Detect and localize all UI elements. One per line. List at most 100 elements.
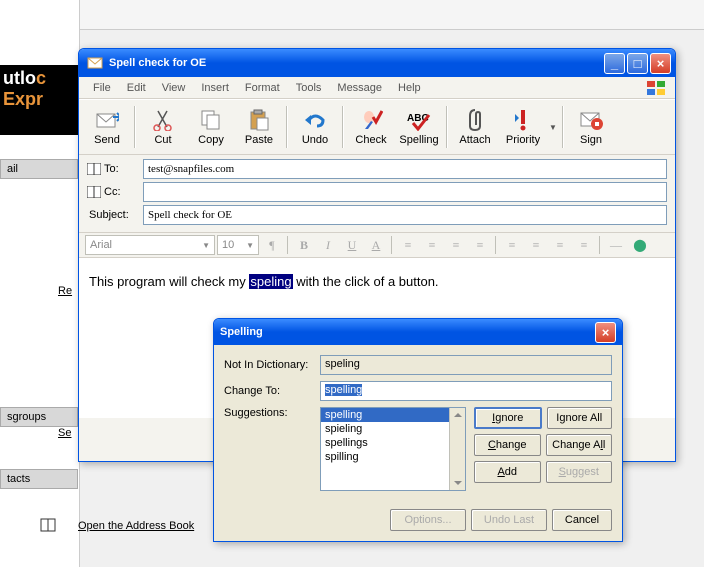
align-justify-button[interactable]: ≡ [573, 235, 595, 255]
close-button[interactable]: × [650, 53, 671, 74]
format-toolbar: Arial▼ 10▼ ¶ B I U A ≡ ≡ ≡ ≡ ≡ ≡ ≡ ≡ — ⬤ [79, 232, 675, 258]
copy-button[interactable]: Copy [187, 102, 235, 152]
numbered-list-button[interactable]: ≡ [397, 235, 419, 255]
paste-icon [247, 108, 271, 132]
change-to-label: Change To: [224, 385, 320, 397]
background-menubar: es Find [0, 0, 704, 30]
priority-button[interactable]: Priority [499, 102, 547, 152]
sidebar-mail[interactable]: ail [0, 159, 78, 179]
scrollbar[interactable] [449, 408, 465, 490]
font-dropdown[interactable]: Arial▼ [85, 235, 215, 255]
toolbar-separator [562, 106, 564, 148]
bullet-list-button[interactable]: ≡ [421, 235, 443, 255]
align-right-button[interactable]: ≡ [549, 235, 571, 255]
priority-icon [511, 108, 535, 132]
outdent-button[interactable]: ≡ [445, 235, 467, 255]
body-text: This program will check my [89, 274, 249, 289]
dialog-title: Spelling [220, 326, 263, 338]
sidebar-contacts[interactable]: tacts [0, 469, 78, 489]
suggestion-item[interactable]: spelling [321, 408, 465, 422]
titlebar[interactable]: Spell check for OE _ □ × [79, 49, 675, 77]
indent-button[interactable]: ≡ [469, 235, 491, 255]
link-button[interactable]: ⬤ [629, 235, 651, 255]
ignore-button[interactable]: Ignore [474, 407, 542, 429]
menu-file[interactable]: File [85, 80, 119, 96]
misspelled-word: speling [249, 274, 292, 289]
undo-button[interactable]: Undo [291, 102, 339, 152]
undo-last-button: Undo Last [471, 509, 547, 531]
menu-insert[interactable]: Insert [193, 80, 237, 96]
toolbar: Send Cut Copy Paste Undo Check ABC Spell… [79, 99, 675, 155]
outlook-express-logo: utloc Expr [0, 65, 78, 135]
cut-button[interactable]: Cut [139, 102, 187, 152]
paste-button[interactable]: Paste [235, 102, 283, 152]
menu-view[interactable]: View [154, 80, 194, 96]
toolbar-separator [446, 106, 448, 148]
menu-edit[interactable]: Edit [119, 80, 154, 96]
not-in-dictionary-field: speling [320, 355, 612, 375]
spelling-dialog: Spelling × Not In Dictionary: speling Ch… [213, 318, 623, 542]
bold-button[interactable]: B [293, 235, 315, 255]
to-field[interactable] [143, 159, 667, 179]
sign-button[interactable]: Sign [567, 102, 615, 152]
menu-tools[interactable]: Tools [288, 80, 330, 96]
toolbar-separator [286, 106, 288, 148]
suggestions-listbox[interactable]: spelling spieling spellings spilling [320, 407, 466, 491]
copy-icon [199, 108, 223, 132]
dialog-close-button[interactable]: × [595, 322, 616, 343]
app-icon [87, 55, 103, 71]
sidebar-newsgroups[interactable]: sgroups [0, 407, 78, 427]
minimize-button[interactable]: _ [604, 53, 625, 74]
send-button[interactable]: Send [83, 102, 131, 152]
maximize-button[interactable]: □ [627, 53, 648, 74]
suggestions-label: Suggestions: [224, 407, 320, 419]
spelling-button[interactable]: ABC Spelling [395, 102, 443, 152]
change-all-button[interactable]: Change All [546, 434, 613, 456]
check-button[interactable]: Check [347, 102, 395, 152]
menubar: File Edit View Insert Format Tools Messa… [79, 77, 675, 99]
dialog-titlebar[interactable]: Spelling × [214, 319, 622, 345]
to-label[interactable]: To: [87, 163, 143, 175]
size-dropdown[interactable]: 10▼ [217, 235, 259, 255]
options-button[interactable]: Options... [390, 509, 466, 531]
attach-icon [463, 108, 487, 132]
suggestion-item[interactable]: spilling [321, 450, 465, 464]
change-to-field[interactable]: spelling [320, 381, 612, 401]
sign-icon [579, 108, 603, 132]
subject-field[interactable] [143, 205, 667, 225]
cc-field[interactable] [143, 182, 667, 202]
ignore-all-button[interactable]: Ignore All [547, 407, 613, 429]
send-icon [95, 108, 119, 132]
align-center-button[interactable]: ≡ [525, 235, 547, 255]
spelling-icon: ABC [407, 108, 431, 132]
menu-format[interactable]: Format [237, 80, 288, 96]
menu-help[interactable]: Help [390, 80, 429, 96]
hr-button[interactable]: — [605, 235, 627, 255]
bg-link[interactable]: Re [58, 285, 72, 297]
attach-button[interactable]: Attach [451, 102, 499, 152]
font-color-button[interactable]: A [365, 235, 387, 255]
paragraph-style-button[interactable]: ¶ [261, 235, 283, 255]
change-button[interactable]: Change [474, 434, 541, 456]
address-book-icon [40, 518, 56, 534]
check-icon [359, 108, 383, 132]
subject-label: Subject: [87, 209, 143, 221]
priority-dropdown[interactable]: ▼ [547, 102, 559, 152]
toolbar-separator [134, 106, 136, 148]
cc-label[interactable]: Cc: [87, 186, 143, 198]
suggestion-item[interactable]: spieling [321, 422, 465, 436]
italic-button[interactable]: I [317, 235, 339, 255]
align-left-button[interactable]: ≡ [501, 235, 523, 255]
not-in-dictionary-label: Not In Dictionary: [224, 359, 320, 371]
bg-link[interactable]: Se [58, 427, 71, 439]
cut-icon [151, 108, 175, 132]
undo-icon [303, 108, 327, 132]
underline-button[interactable]: U [341, 235, 363, 255]
cancel-button[interactable]: Cancel [552, 509, 612, 531]
suggest-button: Suggest [546, 461, 613, 483]
open-address-book-link[interactable]: Open the Address Book [78, 520, 194, 532]
toolbar-separator [342, 106, 344, 148]
menu-message[interactable]: Message [329, 80, 390, 96]
suggestion-item[interactable]: spellings [321, 436, 465, 450]
add-button[interactable]: Add [474, 461, 541, 483]
